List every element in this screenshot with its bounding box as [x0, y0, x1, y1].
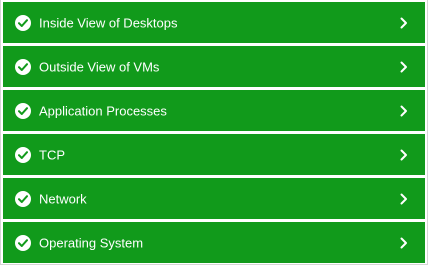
chevron-right-icon[interactable]: [400, 105, 408, 117]
list-item-label: TCP: [39, 147, 65, 162]
list-item-inside-view-of-desktops[interactable]: Inside View of Desktops: [3, 2, 425, 43]
list-item-label: Inside View of Desktops: [39, 15, 178, 30]
list-item-label: Network: [39, 191, 87, 206]
list-item-tcp[interactable]: TCP: [3, 134, 425, 175]
list-item-outside-view-of-vms[interactable]: Outside View of VMs: [3, 46, 425, 87]
layer-status-list: Inside View of Desktops Outside View of …: [0, 0, 428, 265]
list-item-label: Operating System: [39, 235, 144, 250]
list-item-application-processes[interactable]: Application Processes: [3, 90, 425, 131]
chevron-right-icon[interactable]: [400, 237, 408, 249]
list-item-operating-system[interactable]: Operating System: [3, 222, 425, 263]
chevron-right-icon[interactable]: [400, 193, 408, 205]
check-circle-icon: [15, 146, 31, 163]
list-item-network[interactable]: Network: [3, 178, 425, 219]
chevron-right-icon[interactable]: [400, 61, 408, 73]
check-circle-icon: [15, 14, 31, 31]
check-circle-icon: [15, 234, 31, 251]
check-circle-icon: [15, 58, 31, 75]
list-item-label: Outside View of VMs: [39, 59, 160, 74]
check-circle-icon: [15, 102, 31, 119]
chevron-right-icon[interactable]: [400, 149, 408, 161]
check-circle-icon: [15, 190, 31, 207]
list-item-label: Application Processes: [39, 103, 167, 118]
chevron-right-icon[interactable]: [400, 17, 408, 29]
